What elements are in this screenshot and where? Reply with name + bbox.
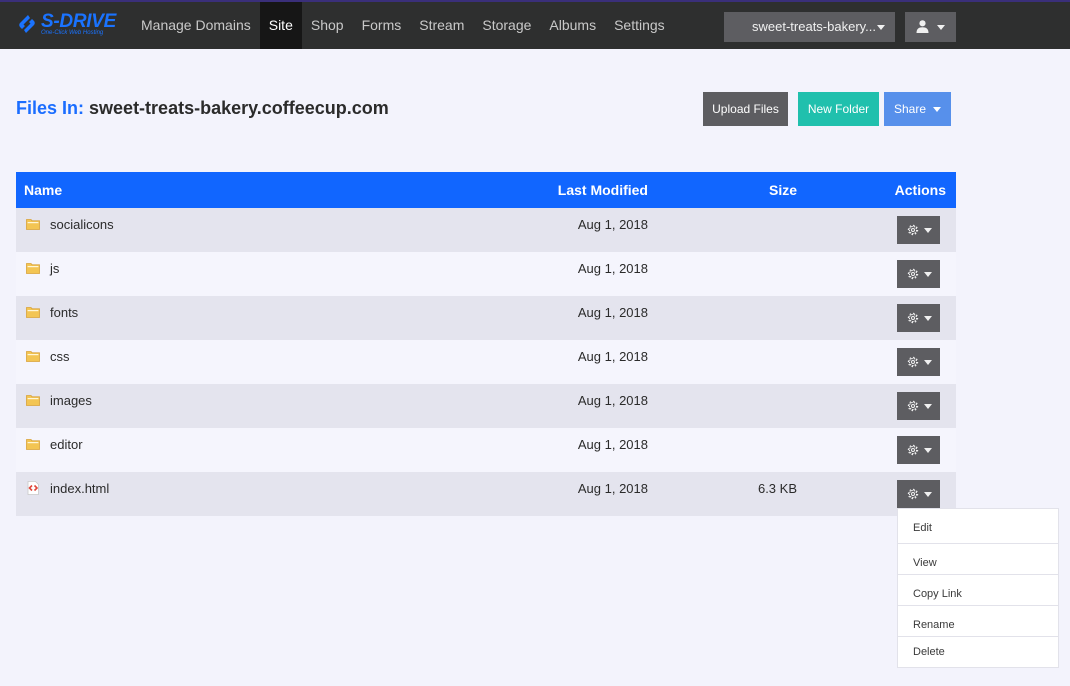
user-menu-button[interactable] [905,12,956,42]
file-table: Name Last Modified Size Actions socialic… [16,172,956,516]
row-actions-button[interactable] [897,216,940,244]
nav-item-storage[interactable]: Storage [473,2,540,49]
row-actions-button[interactable] [897,392,940,420]
file-actions-menu: Edit View Copy Link Rename Delete [897,508,1059,668]
file-last-modified: Aug 1, 2018 [577,305,648,320]
menu-item-rename[interactable]: Rename [898,606,1058,637]
folder-icon [26,351,40,362]
top-navbar: S-DRIVE One-Click Web Hosting Manage Dom… [0,0,1070,49]
file-name[interactable]: editor [50,437,83,452]
nav-item-albums[interactable]: Albums [540,2,605,49]
chevron-down-icon [924,360,932,365]
chevron-down-icon [924,228,932,233]
nav-item-settings[interactable]: Settings [605,2,674,49]
file-name[interactable]: fonts [50,305,78,320]
table-row[interactable]: editor Aug 1, 2018 [16,428,956,472]
menu-item-delete[interactable]: Delete [898,637,1058,667]
chevron-down-icon [937,25,945,30]
menu-item-view[interactable]: View [898,544,1058,575]
file-size: 6.3 KB [757,481,797,496]
chevron-down-icon [924,448,932,453]
gear-icon [907,356,919,368]
nav-item-stream[interactable]: Stream [410,2,473,49]
chevron-down-icon [933,107,941,112]
files-in-label: Files In: [16,98,85,118]
column-header-actions: Actions [894,182,946,198]
chevron-down-icon [924,404,932,409]
new-folder-button[interactable]: New Folder [798,92,879,126]
current-domain: sweet-treats-bakery.coffeecup.com [89,98,389,118]
row-actions-button[interactable] [897,436,940,464]
file-name[interactable]: socialicons [50,217,114,232]
chevron-down-icon [924,272,932,277]
file-name[interactable]: css [50,349,70,364]
share-label: Share [894,102,927,116]
table-header: Name Last Modified Size Actions [16,172,956,208]
gear-icon [907,268,919,280]
file-name[interactable]: images [50,393,92,408]
folder-icon [26,307,40,318]
gear-icon [907,224,919,236]
gear-icon [907,444,919,456]
file-last-modified: Aug 1, 2018 [577,481,648,496]
upload-files-button[interactable]: Upload Files [703,92,788,126]
row-actions-button[interactable] [897,348,940,376]
gear-icon [907,312,919,324]
nav-item-site[interactable]: Site [259,2,302,49]
s-drive-logo-icon [19,15,35,33]
nav-item-manage-domains[interactable]: Manage Domains [132,2,260,49]
user-icon [916,20,929,33]
file-name[interactable]: js [50,261,59,276]
domain-select-value: sweet-treats-bakery... [752,19,877,34]
menu-item-edit[interactable]: Edit [898,509,1058,544]
file-last-modified: Aug 1, 2018 [577,261,648,276]
file-last-modified: Aug 1, 2018 [577,349,648,364]
table-row[interactable]: socialicons Aug 1, 2018 [16,208,956,252]
table-body: socialicons Aug 1, 2018 js Aug 1, 2018 fonts… [16,208,956,516]
column-header-size[interactable]: Size [769,172,797,208]
brand-tagline: One-Click Web Hosting [41,30,104,36]
nav-item-shop[interactable]: Shop [302,2,353,49]
share-button[interactable]: Share [884,92,951,126]
chevron-down-icon [924,316,932,321]
column-header-last-modified[interactable]: Last Modified [558,172,648,208]
row-actions-button[interactable] [897,480,940,508]
main-nav: Manage Domains Site Shop Forms Stream St… [132,2,674,49]
table-row[interactable]: js Aug 1, 2018 [16,252,956,296]
table-row[interactable]: index.html Aug 1, 2018 6.3 KB [16,472,956,516]
folder-icon [26,395,40,406]
file-last-modified: Aug 1, 2018 [577,437,648,452]
column-header-name[interactable]: Name [24,172,62,208]
table-row[interactable]: css Aug 1, 2018 [16,340,956,384]
folder-icon [26,219,40,230]
chevron-down-icon [877,25,885,30]
gear-icon [907,400,919,412]
file-last-modified: Aug 1, 2018 [577,217,648,232]
table-row[interactable]: images Aug 1, 2018 [16,384,956,428]
menu-item-copy-link[interactable]: Copy Link [898,575,1058,606]
folder-icon [26,263,40,274]
page-title: Files In: sweet-treats-bakery.coffeecup.… [16,98,389,119]
file-last-modified: Aug 1, 2018 [577,393,648,408]
gear-icon [907,488,919,500]
brand-logo[interactable]: S-DRIVE One-Click Web Hosting [16,11,120,41]
domain-select-dropdown[interactable]: sweet-treats-bakery... [724,12,895,42]
folder-icon [26,439,40,450]
table-row[interactable]: fonts Aug 1, 2018 [16,296,956,340]
html-file-icon [27,481,39,495]
row-actions-button[interactable] [897,304,940,332]
chevron-down-icon [924,492,932,497]
nav-item-forms[interactable]: Forms [353,2,411,49]
row-actions-button[interactable] [897,260,940,288]
file-name[interactable]: index.html [50,481,109,496]
